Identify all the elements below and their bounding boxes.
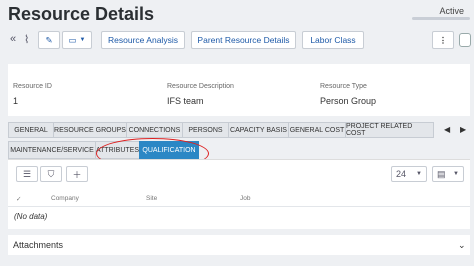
tabs-scroll-left-icon[interactable]: ◀ bbox=[444, 125, 450, 134]
more-button[interactable]: ⋮ bbox=[432, 31, 454, 49]
resource-header-panel bbox=[8, 64, 470, 116]
chevron-down-icon: ▼ bbox=[79, 37, 86, 43]
resource-id-value: 1 bbox=[13, 96, 19, 106]
chevron-down-icon: ▼ bbox=[453, 171, 459, 177]
page-size-select[interactable]: 24 ▼ bbox=[391, 166, 427, 182]
resource-id-label: Resource ID bbox=[13, 83, 52, 90]
status-progress-bar bbox=[412, 17, 470, 20]
resource-analysis-button[interactable]: Resource Analysis bbox=[101, 31, 185, 49]
tab-persons[interactable]: PERSONS bbox=[182, 122, 229, 138]
page-size-value: 24 bbox=[396, 169, 407, 179]
add-button[interactable]: ＋ bbox=[66, 166, 88, 182]
plus-icon: ＋ bbox=[72, 169, 82, 180]
paperclip-icon[interactable]: ⌇ bbox=[24, 33, 29, 46]
list-icon: ☰ bbox=[22, 168, 32, 179]
divider bbox=[8, 206, 470, 207]
tab-maintenance-service[interactable]: MAINTENANCE/SERVICE bbox=[8, 141, 96, 159]
parent-resource-details-button[interactable]: Parent Resource Details bbox=[191, 31, 296, 49]
select-all-checkbox[interactable]: ✓ bbox=[16, 195, 21, 203]
tab-general-cost[interactable]: GENERAL COST bbox=[288, 122, 346, 138]
tab-resource-groups[interactable]: RESOURCE GROUPS bbox=[53, 122, 127, 138]
resource-description-value: IFS team bbox=[167, 96, 204, 106]
tab-general[interactable]: GENERAL bbox=[8, 122, 54, 138]
tabs-scroll-right-icon[interactable]: ▶ bbox=[460, 125, 466, 134]
empty-grid-message: (No data) bbox=[14, 212, 48, 221]
column-header-company[interactable]: Company bbox=[51, 195, 79, 202]
collapse-icon[interactable]: « bbox=[10, 33, 16, 45]
resource-description-label: Resource Description bbox=[167, 83, 234, 90]
tab-capacity-basis[interactable]: CAPACITY BASIS bbox=[228, 122, 289, 138]
view-options-button[interactable]: ▤ ▼ bbox=[432, 166, 464, 182]
filter-icon: ⛉ bbox=[47, 168, 55, 179]
labor-class-button[interactable]: Labor Class bbox=[302, 31, 364, 49]
tab-project-related-cost[interactable]: PROJECT RELATED COST bbox=[345, 122, 434, 138]
checkbox-icon[interactable] bbox=[459, 33, 471, 47]
filter-button[interactable]: ⛉ bbox=[40, 166, 62, 182]
tab-connections[interactable]: CONNECTIONS bbox=[126, 122, 183, 138]
column-header-site[interactable]: Site bbox=[146, 195, 157, 202]
list-view-button[interactable]: ☰ bbox=[16, 166, 38, 182]
tab-row-1: GENERAL RESOURCE GROUPS CONNECTIONS PERS… bbox=[8, 122, 440, 138]
table-icon: ▤ bbox=[437, 168, 446, 179]
chevron-down-icon[interactable]: ⌄ bbox=[458, 240, 466, 251]
resource-type-value: Person Group bbox=[320, 96, 377, 106]
column-header-job[interactable]: Job bbox=[240, 195, 250, 202]
page-title: Resource Details bbox=[8, 4, 155, 24]
status-badge: Active bbox=[439, 6, 464, 16]
edit-button[interactable]: ✎ bbox=[38, 31, 60, 49]
chevron-down-icon: ▼ bbox=[416, 171, 422, 177]
attachments-label: Attachments bbox=[13, 240, 64, 250]
resource-type-label: Resource Type bbox=[320, 83, 367, 90]
clipboard-icon: ▭ bbox=[68, 34, 77, 45]
pencil-icon: ✎ bbox=[45, 34, 53, 45]
clipboard-menu-button[interactable]: ▭ ▼ bbox=[62, 31, 92, 49]
attachments-section[interactable]: Attachments bbox=[8, 235, 470, 255]
